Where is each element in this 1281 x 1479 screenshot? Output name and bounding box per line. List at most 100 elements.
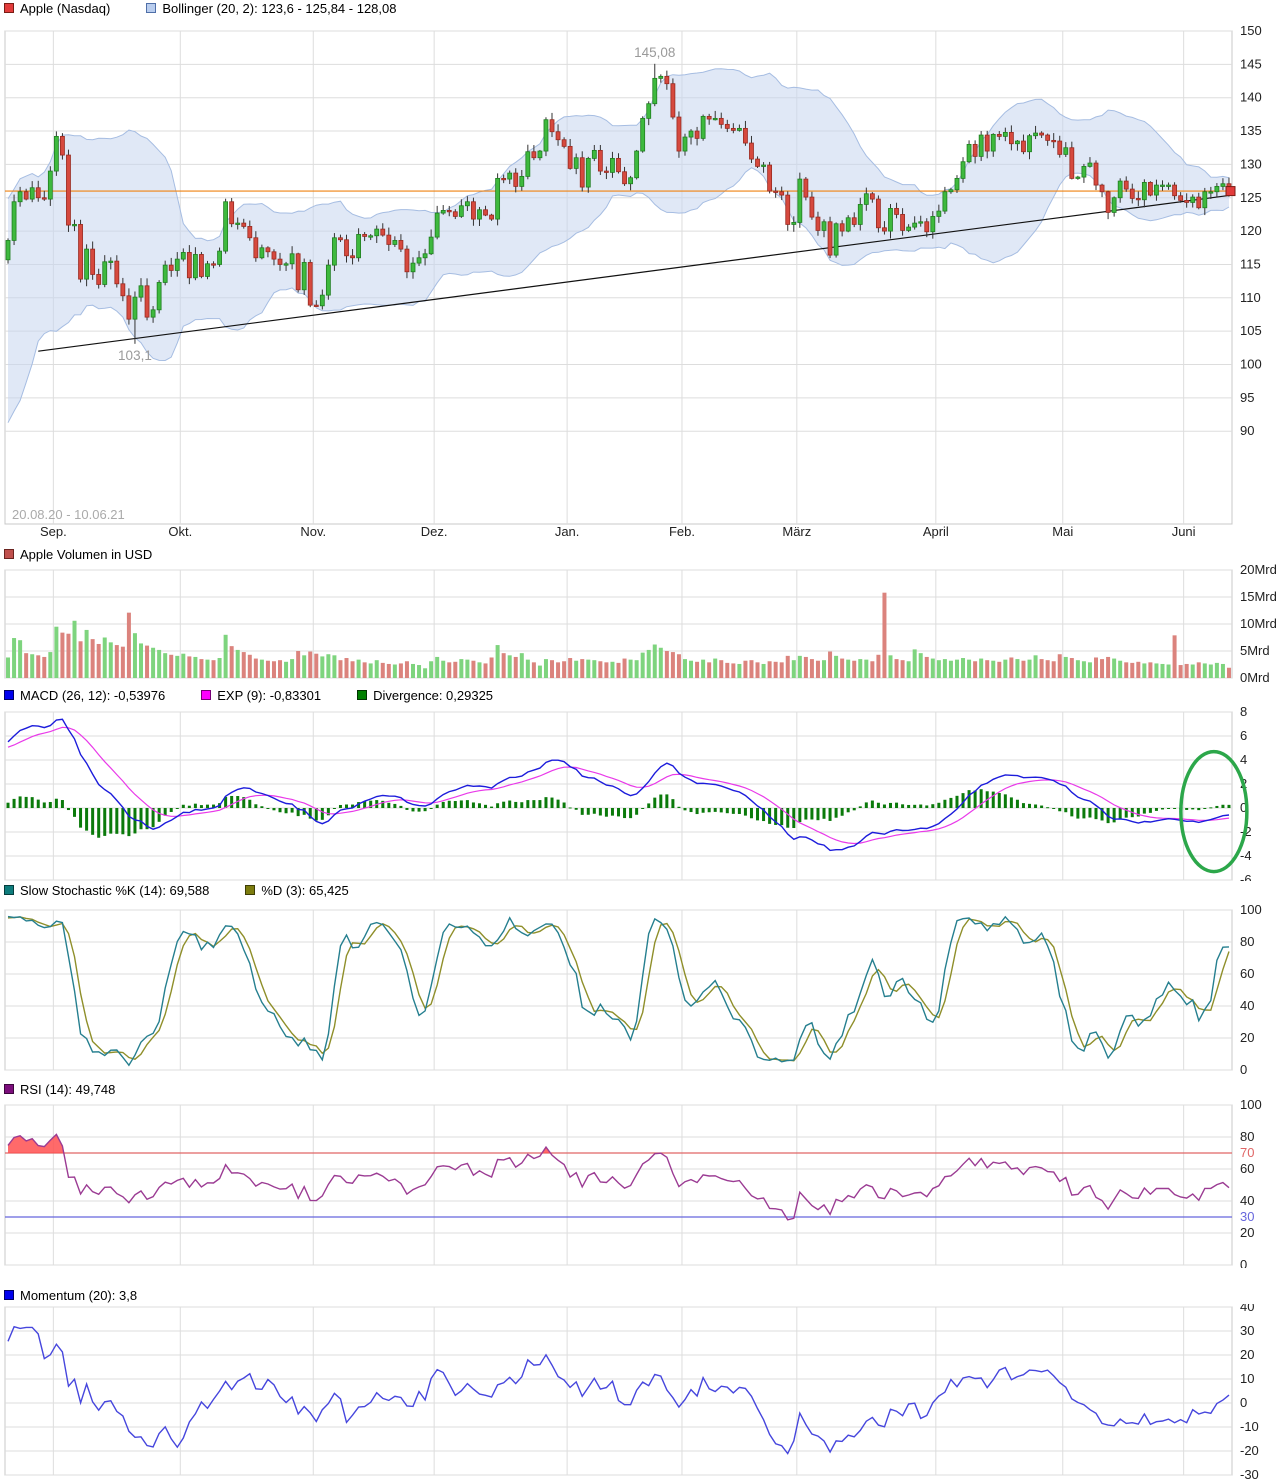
svg-text:20: 20 — [1240, 1225, 1254, 1240]
price-legend: Apple (Nasdaq) Bollinger (20, 2): 123,6 … — [4, 1, 396, 15]
month-label: Dez. — [421, 524, 448, 539]
stochastic-legend: Slow Stochastic %K (14): 69,588 %D (3): … — [4, 883, 349, 897]
month-label: Juni — [1172, 524, 1196, 539]
svg-text:-20: -20 — [1240, 1443, 1259, 1458]
svg-text:95: 95 — [1240, 390, 1254, 405]
month-label: Okt. — [168, 524, 192, 539]
svg-text:-4: -4 — [1240, 848, 1252, 863]
svg-text:130: 130 — [1240, 156, 1262, 171]
legend-item-exp: EXP (9): -0,83301 — [201, 688, 321, 703]
svg-text:5Mrd: 5Mrd — [1240, 643, 1270, 658]
highlight-circle — [1181, 752, 1247, 872]
month-label: Mai — [1052, 524, 1073, 539]
stochastic-chart: 100806040200 — [0, 899, 1281, 1074]
svg-text:90: 90 — [1240, 423, 1254, 438]
volume-label: Apple Volumen in USD — [20, 547, 152, 562]
price-candlestick-chart: 1501451401351301251201151101051009590145… — [0, 15, 1281, 540]
stoch-k-label: Slow Stochastic %K (14): 69,588 — [20, 883, 209, 898]
svg-text:135: 135 — [1240, 123, 1262, 138]
volume-bars — [6, 593, 1231, 678]
macd-line — [8, 719, 1229, 850]
svg-text:40: 40 — [1240, 998, 1254, 1013]
apple-series-swatch — [4, 3, 14, 13]
stoch-d-label: %D (3): 65,425 — [261, 883, 348, 898]
rsi-line — [8, 1134, 1229, 1219]
svg-text:30: 30 — [1240, 1209, 1254, 1224]
svg-text:40: 40 — [1240, 1193, 1254, 1208]
svg-text:70: 70 — [1240, 1145, 1254, 1160]
svg-text:0: 0 — [1240, 1395, 1247, 1410]
month-label: Sep. — [40, 524, 67, 539]
rsi-chart: 100 807060 403020 0 — [0, 1097, 1281, 1268]
svg-text:100: 100 — [1240, 1097, 1262, 1112]
month-label: April — [923, 524, 949, 539]
macd-chart: 86420-2-4-6 — [0, 703, 1281, 881]
bollinger-label: Bollinger (20, 2): 123,6 - 125,84 - 128,… — [162, 1, 396, 16]
plot-border — [5, 1105, 1232, 1265]
svg-text:145: 145 — [1240, 56, 1262, 71]
svg-text:-30: -30 — [1240, 1467, 1259, 1479]
macd-legend: MACD (26, 12): -0,53976 EXP (9): -0,8330… — [4, 688, 493, 702]
svg-text:10Mrd: 10Mrd — [1240, 616, 1277, 631]
momentum-swatch — [4, 1290, 14, 1300]
svg-text:0: 0 — [1240, 1257, 1247, 1268]
macd-swatch — [4, 690, 14, 700]
svg-text:0Mrd: 0Mrd — [1240, 670, 1270, 683]
svg-text:-10: -10 — [1240, 1419, 1259, 1434]
date-range-label: 20.08.20 - 10.06.21 — [12, 507, 125, 522]
svg-text:60: 60 — [1240, 1161, 1254, 1176]
svg-text:6: 6 — [1240, 728, 1247, 743]
legend-item-macd: MACD (26, 12): -0,53976 — [4, 688, 165, 703]
divergence-label: Divergence: 0,29325 — [373, 688, 493, 703]
exp-line — [8, 727, 1229, 843]
legend-item-stoch-d: %D (3): 65,425 — [245, 883, 348, 898]
svg-text:100: 100 — [1240, 357, 1262, 372]
exp-swatch — [201, 690, 211, 700]
legend-item-rsi: RSI (14): 49,748 — [4, 1082, 115, 1097]
plot-border — [5, 1307, 1232, 1475]
month-label: März — [782, 524, 811, 539]
legend-item-bollinger: Bollinger (20, 2): 123,6 - 125,84 - 128,… — [146, 1, 396, 16]
stoch-k-swatch — [4, 885, 14, 895]
svg-text:115: 115 — [1240, 256, 1261, 271]
svg-text:15Mrd: 15Mrd — [1240, 589, 1277, 604]
volume-bar-chart: 20Mrd15Mrd10Mrd5Mrd0Mrd — [0, 561, 1281, 683]
price-annotation: 145,08 — [634, 45, 675, 60]
last-price-marker — [1226, 187, 1235, 196]
svg-text:20: 20 — [1240, 1347, 1254, 1362]
apple-series-label: Apple (Nasdaq) — [20, 1, 110, 16]
month-label: Jan. — [555, 524, 580, 539]
legend-item-momentum: Momentum (20): 3,8 — [4, 1288, 137, 1303]
svg-text:4: 4 — [1240, 752, 1247, 767]
divergence-swatch — [357, 690, 367, 700]
svg-text:40: 40 — [1240, 1304, 1254, 1314]
stoch-d-line — [8, 917, 1229, 1061]
svg-text:80: 80 — [1240, 1129, 1254, 1144]
rsi-swatch — [4, 1084, 14, 1094]
rsi-label: RSI (14): 49,748 — [20, 1082, 115, 1097]
momentum-legend: Momentum (20): 3,8 — [4, 1288, 137, 1302]
legend-item-stoch-k: Slow Stochastic %K (14): 69,588 — [4, 883, 209, 898]
legend-item-divergence: Divergence: 0,29325 — [357, 688, 493, 703]
rsi-legend: RSI (14): 49,748 — [4, 1082, 115, 1096]
svg-text:10: 10 — [1240, 1371, 1254, 1386]
svg-text:100: 100 — [1240, 902, 1262, 917]
svg-text:20: 20 — [1240, 1030, 1254, 1045]
legend-item-volume: Apple Volumen in USD — [4, 547, 152, 562]
exp-label: EXP (9): -0,83301 — [217, 688, 321, 703]
momentum-line — [8, 1327, 1229, 1454]
svg-text:140: 140 — [1240, 90, 1262, 105]
svg-text:105: 105 — [1240, 323, 1262, 338]
svg-text:-6: -6 — [1240, 872, 1252, 881]
plot-border — [5, 712, 1232, 880]
svg-text:150: 150 — [1240, 23, 1262, 38]
stoch-d-swatch — [245, 885, 255, 895]
momentum-label: Momentum (20): 3,8 — [20, 1288, 137, 1303]
month-label: Feb. — [669, 524, 695, 539]
svg-text:120: 120 — [1240, 223, 1262, 238]
macd-label: MACD (26, 12): -0,53976 — [20, 688, 165, 703]
svg-text:80: 80 — [1240, 934, 1254, 949]
svg-text:0: 0 — [1240, 1062, 1247, 1074]
bollinger-swatch — [146, 3, 156, 13]
svg-text:125: 125 — [1240, 190, 1262, 205]
